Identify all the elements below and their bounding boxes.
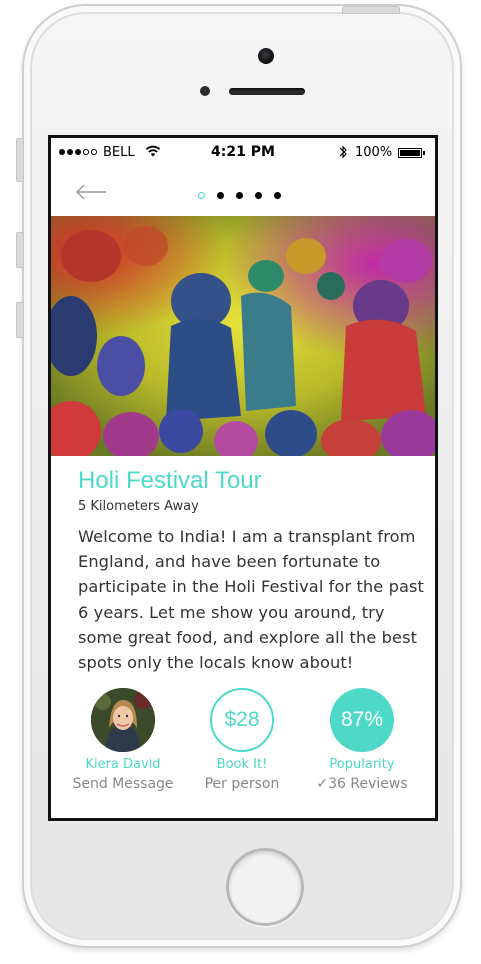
hero-photo — [51, 216, 435, 456]
popularity-section[interactable]: 87% Popularity ✓36 Reviews — [302, 688, 422, 792]
host-section[interactable]: Kiera David Send Message — [63, 688, 183, 792]
page-dot-4[interactable] — [255, 192, 262, 199]
earpiece-speaker — [229, 88, 305, 95]
price-badge[interactable]: $28 — [210, 688, 274, 752]
status-bar: BELL 4:21 PM 100% — [51, 138, 435, 168]
send-message-link[interactable]: Send Message — [63, 776, 183, 792]
front-camera — [258, 48, 274, 64]
proximity-sensor — [200, 86, 210, 96]
bluetooth-icon — [339, 145, 347, 159]
back-arrow-icon[interactable] — [75, 184, 107, 200]
battery-icon — [398, 148, 422, 158]
booking-section[interactable]: $28 Book It! Per person — [182, 688, 302, 792]
volume-down-button — [16, 302, 24, 338]
page-dot-3[interactable] — [236, 192, 243, 199]
tour-description: Welcome to India! I am a transplant from… — [78, 527, 424, 673]
popularity-label: Popularity — [329, 757, 395, 772]
page-dot-2[interactable] — [217, 192, 224, 199]
book-it-button[interactable]: Book It! — [182, 757, 302, 772]
mute-switch — [16, 138, 24, 182]
tour-title: Holi Festival Tour — [78, 467, 262, 494]
reviews-link[interactable]: ✓36 Reviews — [302, 776, 422, 792]
app-screen: BELL 4:21 PM 100% Holi Festival Tour 5 K… — [48, 135, 438, 821]
volume-up-button — [16, 232, 24, 268]
page-dot-1[interactable] — [198, 192, 205, 199]
page-indicator[interactable] — [198, 192, 281, 199]
home-button[interactable] — [226, 848, 304, 926]
page-dot-5[interactable] — [274, 192, 281, 199]
popularity-badge: 87% — [330, 688, 394, 752]
price-unit: Per person — [204, 776, 280, 792]
avatar[interactable] — [91, 688, 155, 752]
battery-percent: 100% — [355, 145, 393, 160]
tour-distance: 5 Kilometers Away — [78, 499, 199, 514]
power-button — [342, 6, 400, 14]
host-name[interactable]: Kiera David — [63, 757, 183, 772]
